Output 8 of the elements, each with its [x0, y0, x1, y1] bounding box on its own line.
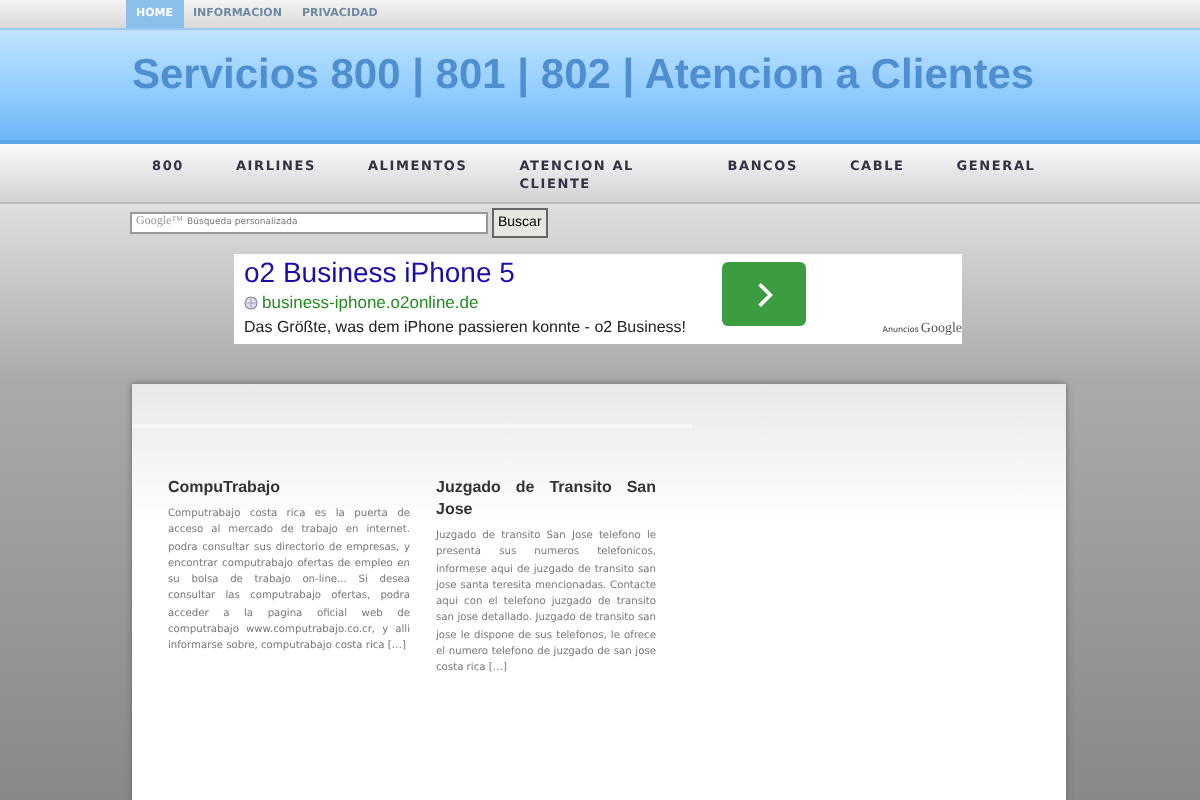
- ad-arrow-button[interactable]: [722, 262, 806, 326]
- chevron-right-icon: [755, 279, 773, 309]
- ad-text: Das Größte, was dem iPhone passieren konnte - o2 Business!: [244, 318, 686, 336]
- globe-icon: [244, 295, 258, 309]
- ad-url[interactable]: business-iphone.o2online.de: [262, 292, 479, 312]
- ad-title[interactable]: o2 Business iPhone 5: [244, 256, 686, 288]
- post-title[interactable]: CompuTrabajo: [168, 476, 410, 498]
- post-title[interactable]: Juzgado de Transito San Jose: [436, 476, 656, 520]
